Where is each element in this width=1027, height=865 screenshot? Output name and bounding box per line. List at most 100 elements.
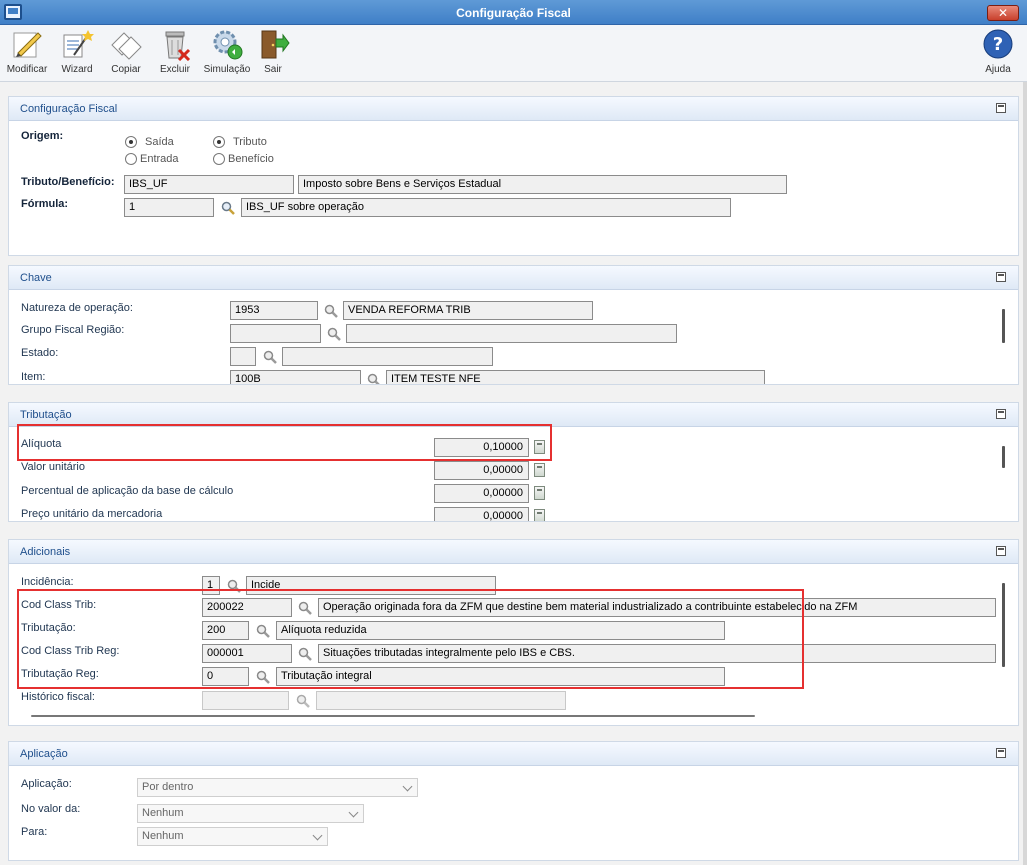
origem-label: Origem: [21,130,64,142]
historico-desc-field [316,691,566,710]
help-icon: ? [981,27,1015,61]
radio-entrada[interactable] [125,153,137,165]
panel-scrollbar[interactable] [1002,446,1005,468]
calculator-icon[interactable] [534,463,545,477]
panel-title: Tributação [20,409,72,421]
minimize-icon[interactable] [996,546,1006,556]
close-button[interactable]: ✕ [987,5,1019,21]
svg-text:?: ? [993,34,1003,55]
ajuda-label: Ajuda [985,64,1011,75]
grupo-desc-field [346,324,677,343]
panel-scrollbar[interactable] [1002,309,1005,343]
ajuda-button[interactable]: ? Ajuda [980,27,1016,75]
estado-label: Estado: [21,347,59,359]
search-icon[interactable] [324,304,338,318]
search-icon[interactable] [367,373,381,384]
minimize-icon[interactable] [996,409,1006,419]
para-select[interactable]: Nenhum [137,827,328,846]
sair-label: Sair [264,64,282,75]
radio-saida[interactable] [125,136,137,148]
tributo-code-field[interactable]: IBS_UF [124,175,294,194]
panel-header: Aplicação [9,742,1018,766]
search-icon[interactable] [327,327,341,341]
panel-title: Aplicação [20,748,68,760]
natureza-code-field[interactable]: 1953 [230,301,318,320]
window-title: Configuração Fiscal [456,6,571,20]
wizard-label: Wizard [61,64,93,75]
radio-beneficio[interactable] [213,153,225,165]
simulacao-button[interactable]: Simulação [202,27,252,75]
panel-title: Configuração Fiscal [20,103,118,115]
panel-title: Chave [20,272,52,284]
title-bar: Configuração Fiscal ✕ [0,0,1027,25]
chevron-down-icon [312,830,323,841]
sair-button[interactable]: Sair [256,27,290,75]
excluir-button[interactable]: Excluir [154,27,196,75]
search-icon[interactable] [296,694,310,708]
historico-code-field[interactable] [202,691,289,710]
percentual-base-field[interactable]: 0,00000 [434,484,529,503]
no-valor-da-select[interactable]: Nenhum [137,804,364,823]
calculator-icon[interactable] [534,486,545,500]
trash-icon [158,27,192,61]
valor-unitario-label: Valor unitário [21,461,85,473]
minimize-icon[interactable] [996,748,1006,758]
radio-entrada-label: Entrada [140,153,179,165]
preco-unitario-field[interactable]: 0,00000 [434,507,529,521]
search-icon[interactable] [263,350,277,364]
item-desc-field: ITEM TESTE NFE [386,370,765,384]
para-label: Para: [21,826,48,838]
search-icon[interactable] [221,201,235,215]
panel-chave: Chave Natureza de operação: 1953 VENDA R… [8,265,1019,385]
preco-unitario-label: Preço unitário da mercadoria [21,508,163,520]
radio-tributo[interactable] [213,136,225,148]
wizard-button[interactable]: Wizard [56,27,98,75]
para-select-value: Nenhum [142,830,184,842]
modificar-label: Modificar [6,64,48,75]
grupo-code-field[interactable] [230,324,321,343]
estado-code-field[interactable] [230,347,256,366]
toolbar: Modificar Wizard Copiar Excluir Simulaçã… [0,25,1027,82]
radio-beneficio-label: Benefício [228,153,274,165]
highlight-box-classificacao [17,589,804,689]
window-scrollbar[interactable] [1023,82,1027,865]
natureza-desc-field: VENDA REFORMA TRIB [343,301,593,320]
formula-code-field[interactable]: 1 [124,198,214,217]
no-valor-da-select-value: Nenhum [142,807,184,819]
panel-header: Adicionais [9,540,1018,564]
minimize-icon[interactable] [996,103,1006,113]
aplicacao-select-value: Por dentro [142,781,194,793]
historico-fiscal-label: Histórico fiscal: [21,691,95,703]
exit-door-icon [256,27,290,61]
estado-desc-field [282,347,493,366]
incidencia-label: Incidência: [21,576,74,588]
valor-unitario-field[interactable]: 0,00000 [434,461,529,480]
panel-title: Adicionais [20,546,71,558]
highlight-box-aliquota [17,424,552,461]
panel-configuracao-fiscal: Configuração Fiscal Origem: Saída Tribut… [8,96,1019,256]
percentual-base-label: Percentual de aplicação da base de cálcu… [21,485,234,497]
calculator-icon[interactable] [534,509,545,521]
formula-desc-field: IBS_UF sobre operação [241,198,731,217]
aplicacao-label: Aplicação: [21,778,72,790]
tributo-desc-field: Imposto sobre Bens e Serviços Estadual [298,175,787,194]
no-valor-da-label: No valor da: [21,803,81,815]
grupo-label: Grupo Fiscal Região: [21,324,125,336]
radio-saida-label: Saída [145,136,174,148]
natureza-label: Natureza de operação: [21,302,133,314]
panel-scrollbar[interactable] [1002,583,1005,667]
modificar-button[interactable]: Modificar [4,27,50,75]
chevron-down-icon [348,807,359,818]
wizard-icon [60,27,94,61]
horizontal-scrollbar[interactable] [31,715,755,717]
tributo-label: Tributo/Benefício: [21,176,115,188]
aplicacao-select[interactable]: Por dentro [137,778,418,797]
copy-icon [109,27,143,61]
copiar-button[interactable]: Copiar [104,27,148,75]
minimize-icon[interactable] [996,272,1006,282]
panel-aplicacao: Aplicação Aplicação: Por dentro No valor… [8,741,1019,861]
item-code-field[interactable]: 100B [230,370,361,384]
panel-header: Configuração Fiscal [9,97,1018,121]
copiar-label: Copiar [111,64,141,75]
chevron-down-icon [402,781,413,792]
